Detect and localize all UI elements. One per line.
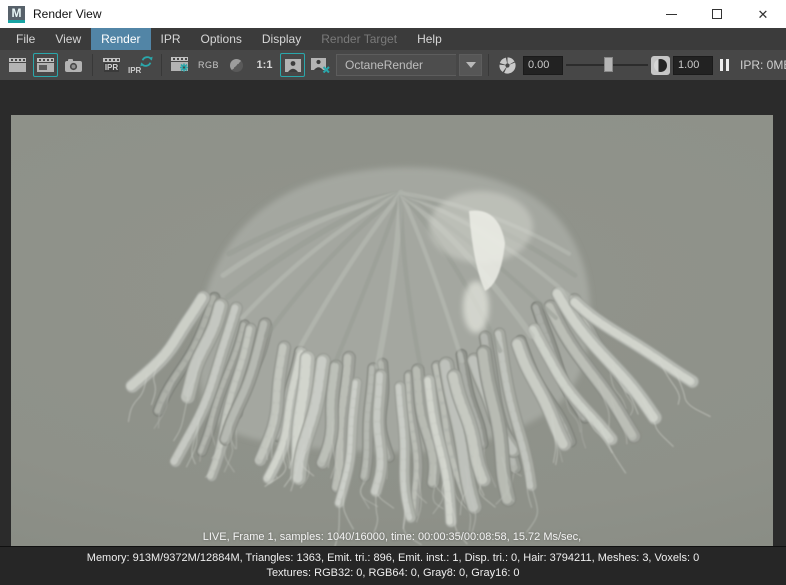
clapperboard-icon bbox=[9, 58, 26, 72]
render-view-window: M Render View ✕ File View Render IPR Opt… bbox=[0, 0, 786, 585]
display-toggle-button[interactable] bbox=[224, 53, 249, 77]
maximize-icon bbox=[712, 9, 722, 19]
half-circle-icon bbox=[230, 59, 243, 72]
exposure-button[interactable] bbox=[495, 53, 520, 77]
gamma-button[interactable] bbox=[651, 56, 670, 75]
minimize-icon bbox=[666, 14, 677, 15]
minimize-button[interactable] bbox=[648, 0, 694, 28]
rgb-channels-button[interactable]: RGB bbox=[196, 53, 221, 77]
render-status-overlay: LIVE, Frame 1, samples: 1040/16000, time… bbox=[11, 531, 773, 543]
real-size-button[interactable]: 1:1 bbox=[252, 53, 277, 77]
menu-file[interactable]: File bbox=[6, 28, 45, 50]
image-x-icon bbox=[311, 58, 330, 73]
rendered-image[interactable]: LIVE, Frame 1, samples: 1040/16000, time… bbox=[11, 115, 773, 546]
exposure-slider[interactable] bbox=[566, 55, 648, 75]
close-button[interactable]: ✕ bbox=[740, 0, 786, 28]
ipr-render-button[interactable]: IPR bbox=[99, 53, 124, 77]
render-settings-button[interactable] bbox=[168, 53, 193, 77]
clapperboard-gear-icon bbox=[171, 57, 190, 73]
slider-handle[interactable] bbox=[604, 57, 613, 72]
ipr-label: IPR bbox=[104, 63, 119, 72]
menu-ipr[interactable]: IPR bbox=[151, 28, 191, 50]
pause-bar-icon bbox=[726, 59, 729, 71]
render-region-button[interactable] bbox=[33, 53, 58, 77]
pause-button[interactable] bbox=[720, 59, 729, 71]
exposure-input[interactable] bbox=[523, 56, 563, 75]
gamma-input[interactable] bbox=[673, 56, 713, 75]
keep-image-button[interactable] bbox=[280, 53, 305, 77]
contrast-circle-icon bbox=[654, 59, 667, 72]
renderer-dropdown-button[interactable] bbox=[459, 54, 482, 76]
chevron-down-icon bbox=[466, 62, 476, 68]
image-thumbnail-icon bbox=[285, 59, 301, 72]
ipr-refresh-button[interactable]: IPR bbox=[127, 53, 155, 77]
camera-icon bbox=[65, 59, 82, 72]
remove-image-button[interactable] bbox=[308, 53, 333, 77]
clapperboard-region-icon bbox=[37, 58, 54, 72]
menu-display[interactable]: Display bbox=[252, 28, 311, 50]
memory-stats-line: Memory: 913M/9372M/12884M, Triangles: 13… bbox=[0, 551, 786, 566]
pause-bar-icon bbox=[720, 59, 723, 71]
maya-logo-icon: M bbox=[8, 6, 25, 23]
ipr-refresh-label: IPR bbox=[128, 66, 141, 75]
render-viewport: LIVE, Frame 1, samples: 1040/16000, time… bbox=[0, 80, 786, 546]
close-icon: ✕ bbox=[758, 8, 769, 21]
rgb-label: RGB bbox=[198, 60, 219, 70]
toolbar-separator bbox=[488, 54, 489, 76]
titlebar[interactable]: M Render View ✕ bbox=[0, 0, 786, 28]
one-to-one-label: 1:1 bbox=[257, 59, 273, 71]
renderer-value: OctaneRender bbox=[345, 58, 423, 72]
menu-render-target: Render Target bbox=[311, 28, 407, 50]
window-title: Render View bbox=[33, 7, 101, 21]
menu-view[interactable]: View bbox=[45, 28, 91, 50]
menubar: File View Render IPR Options Display Ren… bbox=[0, 28, 786, 50]
menu-help[interactable]: Help bbox=[407, 28, 452, 50]
toolbar-separator bbox=[161, 54, 162, 76]
statistics-bar: Memory: 913M/9372M/12884M, Triangles: 13… bbox=[0, 546, 786, 585]
snapshot-button[interactable] bbox=[61, 53, 86, 77]
menu-render[interactable]: Render bbox=[91, 28, 150, 50]
hair-render-graphic bbox=[11, 115, 773, 546]
maximize-button[interactable] bbox=[694, 0, 740, 28]
toolbar-separator bbox=[92, 54, 93, 76]
ipr-clapperboard-icon bbox=[103, 58, 120, 62]
render-current-frame-button[interactable] bbox=[5, 53, 30, 77]
aperture-icon bbox=[498, 56, 517, 75]
texture-stats-line: Textures: RGB32: 0, RGB64: 0, Gray8: 0, … bbox=[0, 566, 786, 581]
renderer-select[interactable]: OctaneRender bbox=[336, 54, 456, 76]
window-controls: ✕ bbox=[648, 0, 786, 28]
toolbar: IPR IPR bbox=[0, 50, 786, 80]
menu-options[interactable]: Options bbox=[191, 28, 252, 50]
ipr-memory-label: IPR: 0MB bbox=[740, 58, 786, 72]
